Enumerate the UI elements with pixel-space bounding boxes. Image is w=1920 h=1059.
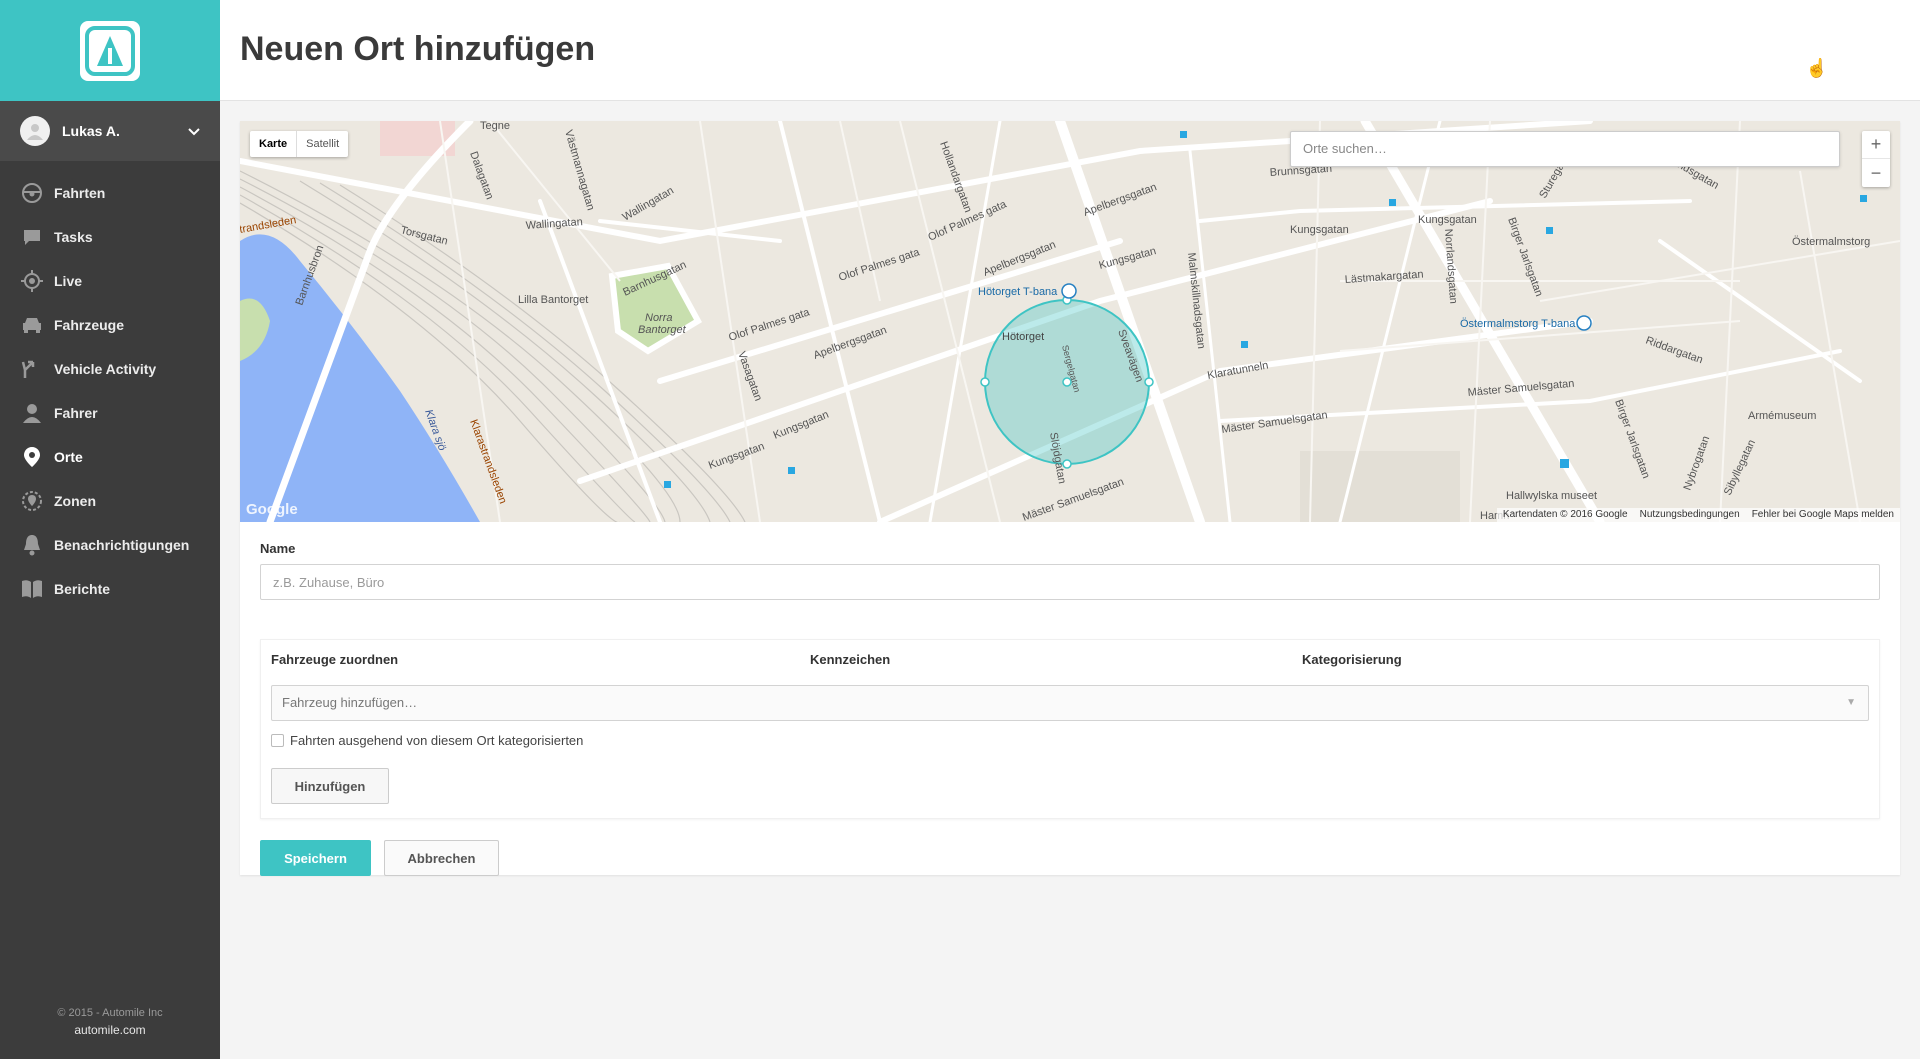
- nav-item-zonen[interactable]: Zonen: [0, 479, 220, 523]
- chevron-down-icon[interactable]: [188, 123, 200, 139]
- map-attribution: Kartendaten © 2016 Google Nutzungsbeding…: [1496, 508, 1900, 522]
- nav-label: Benachrichtigungen: [54, 537, 190, 553]
- column-header-category: Kategorisierung: [1302, 652, 1402, 667]
- user-name: Lukas A.: [62, 123, 120, 139]
- book-icon: [20, 577, 44, 601]
- hand-cursor-icon: ☝: [1805, 58, 1828, 78]
- nav-label: Vehicle Activity: [54, 361, 157, 377]
- categorize-trips-label[interactable]: Fahrten ausgehend von diesem Ort kategor…: [290, 733, 583, 748]
- nav-label: Fahrten: [54, 185, 106, 201]
- name-input[interactable]: [260, 564, 1880, 600]
- map-search-input[interactable]: Orte suchen…: [1290, 131, 1840, 167]
- nav-label: Berichte: [54, 581, 111, 597]
- svg-text:Östermalmstorg: Östermalmstorg: [1792, 236, 1870, 248]
- name-label: Name: [260, 541, 296, 556]
- main-nav: Fahrten Tasks Live Fahrzeuge Vehicle Act…: [0, 171, 220, 611]
- place-form-card: Tegne Dalagatan Västmannagatan Hollandar…: [240, 121, 1900, 876]
- chat-icon: [20, 225, 44, 249]
- vehicle-select-placeholder: Fahrzeug hinzufügen…: [282, 695, 418, 710]
- categorize-trips-option: Fahrten ausgehend von diesem Ort kategor…: [271, 733, 583, 748]
- svg-text:Kungsgatan: Kungsgatan: [1290, 224, 1349, 236]
- cancel-button[interactable]: Abbrechen: [384, 840, 499, 876]
- map-data-credit: Kartendaten © 2016 Google: [1502, 509, 1628, 520]
- zone-icon: [20, 489, 44, 513]
- map[interactable]: Tegne Dalagatan Västmannagatan Hollandar…: [240, 121, 1900, 522]
- place-form: Name Fahrzeuge zuordnen Kennzeichen Kate…: [260, 541, 1880, 876]
- nav-item-fahrten[interactable]: Fahrten: [0, 171, 220, 215]
- svg-text:Armémuseum: Armémuseum: [1748, 410, 1816, 422]
- vehicle-select[interactable]: Fahrzeug hinzufügen… ▼: [271, 685, 1869, 721]
- report-error-link[interactable]: Fehler bei Google Maps melden: [1746, 508, 1900, 522]
- svg-text:Bantorget: Bantorget: [638, 324, 687, 336]
- map-pin-icon: [20, 445, 44, 469]
- caret-down-icon: ▼: [1846, 697, 1856, 708]
- nav-item-fahrzeuge[interactable]: Fahrzeuge: [0, 303, 220, 347]
- svg-text:Tegne: Tegne: [480, 121, 510, 132]
- svg-text:Lilla Bantorget: Lilla Bantorget: [518, 294, 588, 306]
- nav-label: Fahrzeuge: [54, 317, 125, 333]
- nav-label: Fahrer: [54, 405, 98, 421]
- add-vehicle-button[interactable]: Hinzufügen: [271, 768, 389, 804]
- svg-text:Kungsgatan: Kungsgatan: [1418, 214, 1477, 226]
- map-type-satellit-button[interactable]: Satellit: [296, 131, 348, 157]
- person-icon: [20, 401, 44, 425]
- zoom-in-button[interactable]: +: [1862, 131, 1890, 159]
- nav-item-benachrichtigungen[interactable]: Benachrichtigungen: [0, 523, 220, 567]
- nav-label: Zonen: [54, 493, 96, 509]
- column-header-plate: Kennzeichen: [810, 652, 891, 667]
- map-type-toggle: Karte Satellit: [250, 131, 349, 157]
- sidebar-footer: © 2015 - Automile Inc automile.com: [0, 1005, 220, 1039]
- nav-item-berichte[interactable]: Berichte: [0, 567, 220, 611]
- column-header-assign: Fahrzeuge zuordnen: [271, 652, 399, 667]
- car-icon: [20, 313, 44, 337]
- nav-item-orte[interactable]: Orte: [0, 435, 220, 479]
- google-logo: Google: [246, 501, 298, 518]
- nav-label: Live: [54, 273, 83, 289]
- user-menu[interactable]: Lukas A.: [0, 101, 220, 161]
- nav-item-fahrer[interactable]: Fahrer: [0, 391, 220, 435]
- steering-wheel-icon: [20, 181, 44, 205]
- svg-text:Norra: Norra: [645, 312, 673, 324]
- crosshair-icon: [20, 269, 44, 293]
- vehicle-assignment-panel: Fahrzeuge zuordnen Kennzeichen Kategoris…: [260, 639, 1880, 819]
- nav-item-live[interactable]: Live: [0, 259, 220, 303]
- automile-logo-icon: [80, 20, 140, 81]
- logo-area[interactable]: [0, 0, 220, 101]
- save-button[interactable]: Speichern: [260, 840, 371, 876]
- map-zoom-control: + −: [1862, 131, 1890, 187]
- map-canvas[interactable]: Tegne Dalagatan Västmannagatan Hollandar…: [240, 121, 1900, 522]
- nav-label: Tasks: [54, 229, 93, 245]
- bell-icon: [20, 533, 44, 557]
- avatar: [20, 116, 50, 146]
- copyright-text: © 2015 - Automile Inc: [57, 1007, 163, 1019]
- terms-link[interactable]: Nutzungsbedingungen: [1634, 508, 1746, 522]
- nav-label: Orte: [54, 449, 83, 465]
- categorize-trips-checkbox[interactable]: [271, 734, 284, 747]
- page-title: Neuen Ort hinzufügen: [240, 30, 596, 68]
- svg-text:Hötorget: Hötorget: [1002, 331, 1044, 343]
- svg-text:Hötorget T-bana: Hötorget T-bana: [978, 286, 1058, 298]
- map-type-karte-button[interactable]: Karte: [250, 131, 296, 157]
- svg-text:Östermalmstorg T-bana: Östermalmstorg T-bana: [1460, 318, 1576, 330]
- site-link[interactable]: automile.com: [0, 1022, 220, 1039]
- nav-item-tasks[interactable]: Tasks: [0, 215, 220, 259]
- nav-item-vehicle-activity[interactable]: Vehicle Activity: [0, 347, 220, 391]
- zoom-out-button[interactable]: −: [1862, 159, 1890, 187]
- sidebar: Lukas A. Fahrten Tasks Live Fahrzeuge Ve…: [0, 0, 220, 1059]
- svg-text:Hallwylska museet: Hallwylska museet: [1506, 490, 1597, 502]
- split-arrow-icon: [20, 357, 44, 381]
- page-header: Neuen Ort hinzufügen ☝: [220, 0, 1920, 101]
